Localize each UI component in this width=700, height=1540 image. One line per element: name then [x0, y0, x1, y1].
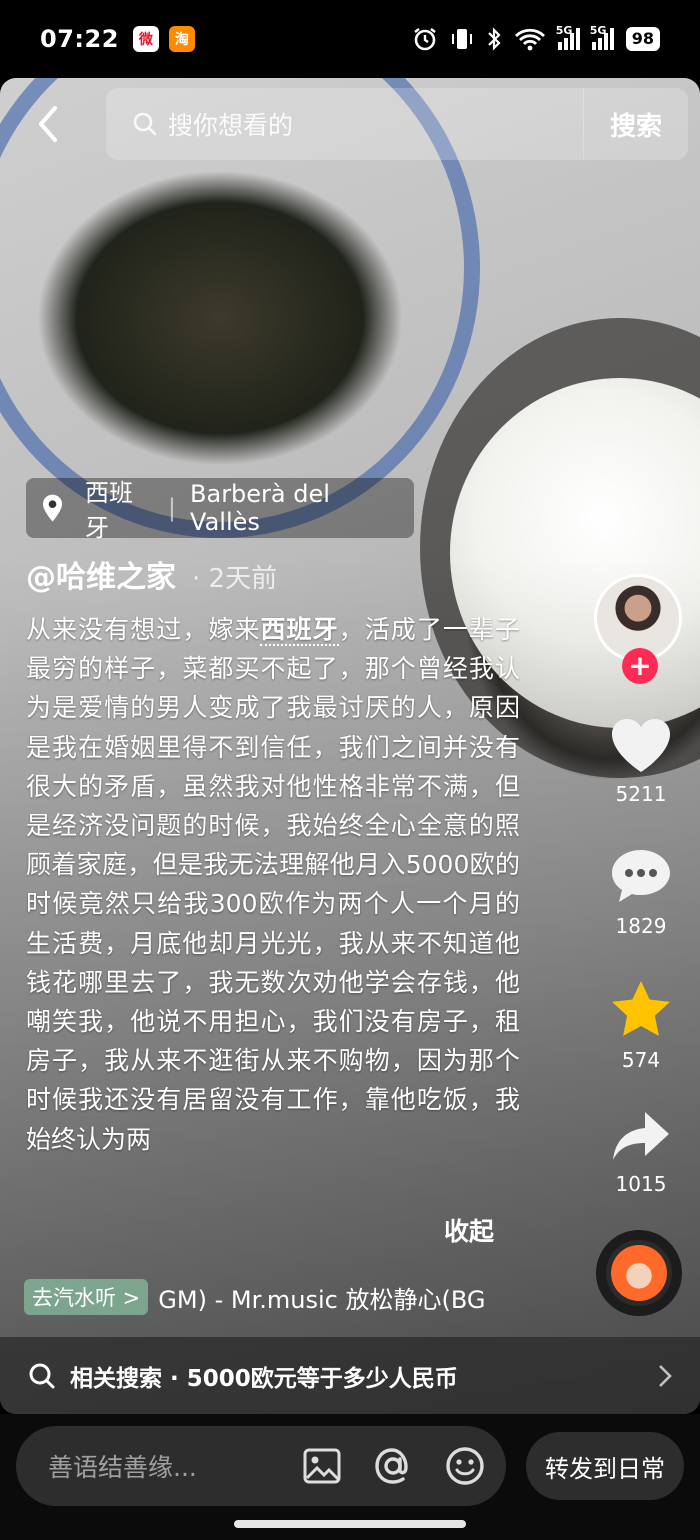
chevron-right-icon	[659, 1364, 672, 1387]
taobao-icon: 淘	[168, 26, 195, 52]
search-icon	[133, 112, 157, 136]
author-name[interactable]: @哈维之家	[26, 552, 176, 596]
signal-2-icon: 5G	[590, 24, 614, 50]
author-avatar-wrap: +	[594, 574, 686, 684]
location-pin-icon	[42, 494, 63, 522]
qishui-listen-button[interactable]: 去汽水听 >	[24, 1279, 149, 1315]
post-time: · 2天前	[192, 564, 278, 594]
video-description: 从来没有想过，嫁来西班牙，活成了一辈子最穷的样子，菜都买不起了，那个曾经我认为是…	[26, 610, 520, 1200]
wifi-icon	[514, 28, 545, 51]
search-icon	[29, 1363, 55, 1388]
description-keyword-link[interactable]: 西班牙	[260, 615, 339, 646]
music-title: GM) - Mr.music 放松静心(BG	[158, 1285, 486, 1314]
related-search-label: 相关搜索 · 5000欧元等于多少人民币	[70, 1365, 458, 1392]
bluetooth-icon	[487, 27, 501, 51]
weibo-icon: 微	[132, 26, 159, 52]
forward-to-daily-button[interactable]: 转发到日常	[526, 1432, 684, 1500]
comment-input[interactable]: 善语结善缘...	[16, 1426, 506, 1506]
music-row[interactable]: 去汽水听 > GM) - Mr.music 放松静心(BG	[24, 1278, 514, 1316]
vibrate-icon	[451, 29, 472, 49]
clock: 07:22	[40, 25, 119, 53]
mention-icon[interactable]	[372, 1445, 414, 1487]
image-icon[interactable]	[302, 1447, 342, 1485]
collapse-button[interactable]: 收起	[444, 1212, 494, 1248]
related-search-bar[interactable]: 相关搜索 · 5000欧元等于多少人民币	[0, 1337, 700, 1414]
like-count: 5211	[615, 782, 667, 806]
follow-button[interactable]: +	[622, 648, 658, 684]
comment-placeholder: 善语结善缘...	[48, 1453, 197, 1482]
signal-1-icon: 5G	[556, 24, 580, 50]
emoji-icon[interactable]	[444, 1445, 486, 1487]
search-input[interactable]: 搜你想看的 搜索	[106, 88, 688, 160]
status-bar: 07:22 微 淘 5G 5G 98	[0, 0, 700, 78]
battery-indicator: 98	[625, 27, 660, 51]
home-indicator[interactable]	[234, 1520, 466, 1528]
back-button[interactable]	[0, 88, 96, 160]
description-text-start: 从来没有想过，嫁来	[26, 615, 261, 644]
search-button[interactable]: 搜索	[582, 88, 688, 160]
location-tag[interactable]: 西班牙 | Barberà del Vallès	[26, 478, 414, 542]
action-rail: + 5211 1829 574 1015	[594, 574, 688, 1316]
back-arrow-icon	[39, 106, 57, 142]
location-country: 西班牙	[85, 479, 134, 542]
comment-count: 1829	[615, 914, 667, 938]
share-count: 1015	[615, 1172, 667, 1196]
share-button[interactable]: 1015	[594, 1108, 688, 1196]
location-divider: |	[167, 494, 177, 522]
like-button[interactable]: 5211	[594, 716, 688, 806]
comment-bubble-icon	[612, 850, 670, 902]
comment-button[interactable]: 1829	[594, 846, 688, 938]
favorite-count: 574	[621, 1048, 661, 1072]
music-cover-icon	[611, 1245, 667, 1301]
share-arrow-icon	[613, 1112, 669, 1160]
favorite-button[interactable]: 574	[594, 978, 688, 1072]
alarm-icon	[414, 28, 436, 51]
search-placeholder: 搜你想看的	[168, 111, 294, 140]
location-city: Barberà del Vallès	[190, 480, 330, 536]
music-disc[interactable]	[596, 1230, 682, 1316]
author-row: @哈维之家 · 2天前	[26, 552, 277, 596]
bottom-comment-bar: 善语结善缘... 转发到日常	[0, 1414, 700, 1540]
heart-icon	[612, 719, 670, 772]
top-search-bar: 搜你想看的 搜索	[0, 88, 700, 160]
description-text-rest: ，活成了一辈子最穷的样子，菜都买不起了，那个曾经我认为是爱情的男人变成了我最讨厌…	[26, 615, 520, 1154]
star-icon	[612, 981, 670, 1036]
